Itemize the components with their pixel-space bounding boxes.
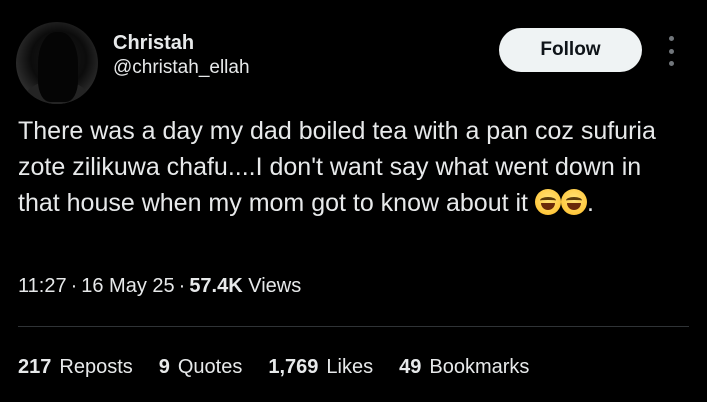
more-options-icon[interactable] [664,36,678,66]
bookmarks-stat[interactable]: 49 Bookmarks [399,356,529,379]
bookmarks-count: 49 [399,356,422,378]
meta-separator: · [178,275,186,297]
engagement-stats: 217 Reposts 9 Quotes 1,769 Likes 49 Bookmark… [18,356,529,379]
meta-separator: · [70,275,78,297]
likes-stat[interactable]: 1,769 Likes [268,356,373,379]
quotes-label: Quotes [177,356,243,378]
grinning-squinting-face-icon [560,189,587,215]
avatar-hair-shape [38,32,78,102]
tweet-date[interactable]: 16 May 25 [81,275,174,297]
bookmarks-label: Bookmarks [429,356,530,378]
quotes-stat[interactable]: 9 Quotes [159,356,243,379]
views-count: 57.4K [189,275,243,297]
grinning-squinting-face-icon [534,189,561,215]
reposts-label: Reposts [59,356,133,378]
tweet-trailing-punctuation: . [586,189,594,217]
reposts-count: 217 [18,356,52,378]
tweet-meta: 11:27 · 16 May 25 · 57.4K Views [18,275,301,298]
likes-count: 1,769 [268,356,319,378]
tweet-time[interactable]: 11:27 [18,275,67,297]
quotes-count: 9 [158,356,170,378]
divider [18,326,689,327]
likes-label: Likes [326,356,374,378]
author-display-name[interactable]: Christah [113,32,194,55]
reposts-stat[interactable]: 217 Reposts [18,356,133,379]
author-handle[interactable]: @christah_ellah [113,57,250,79]
views-label: Views [248,275,302,297]
tweet-text: There was a day my dad boiled tea with a… [18,113,688,221]
author-avatar[interactable] [16,22,98,104]
follow-button[interactable]: Follow [499,28,642,72]
